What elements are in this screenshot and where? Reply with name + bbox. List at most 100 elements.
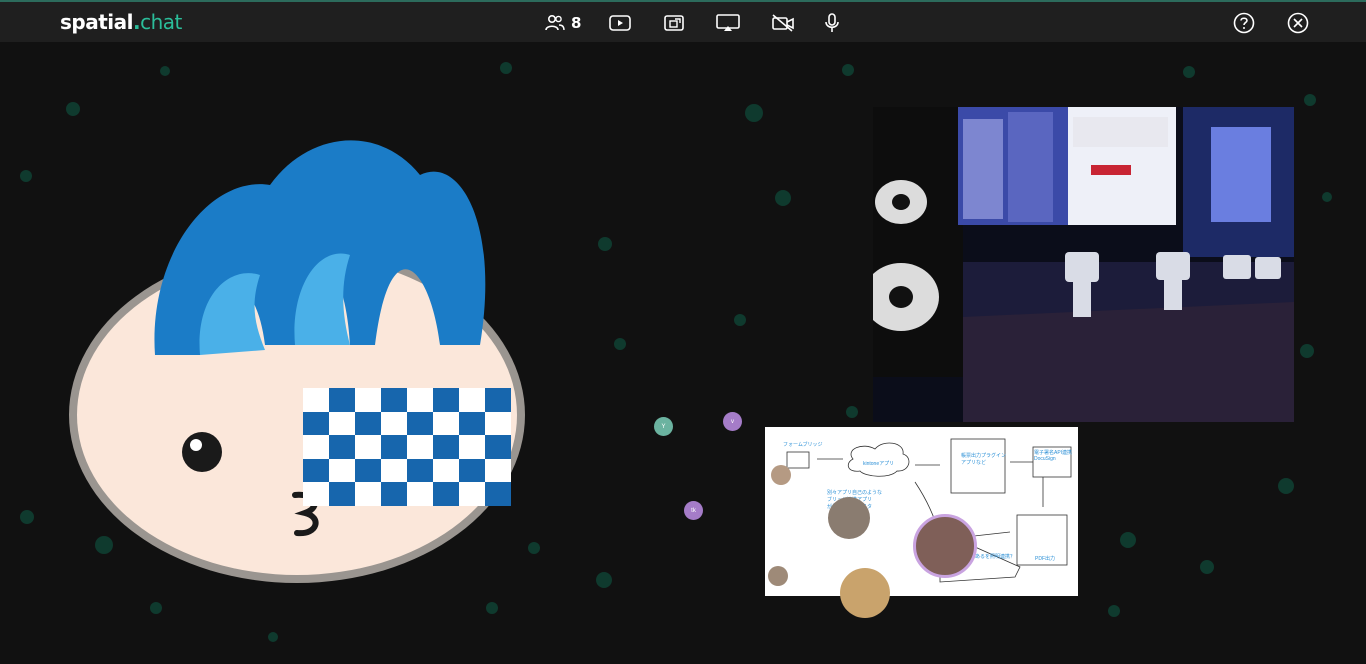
background-speck [598, 237, 612, 251]
screen-share-button[interactable] [716, 10, 740, 36]
checker-cell [407, 482, 433, 506]
checker-cell [329, 388, 355, 412]
close-icon [1287, 12, 1309, 34]
checker-cell [355, 482, 381, 506]
checker-cell [303, 435, 329, 459]
checker-cell [485, 435, 511, 459]
checker-cell [407, 458, 433, 483]
whiteboard-text: 電子署名API連携 DocuSign [1034, 450, 1073, 462]
camera-off-icon [772, 14, 794, 32]
checker-cell [329, 412, 355, 436]
whiteboard-text: kintoneアプリ [863, 461, 895, 467]
checker-cell [433, 388, 459, 412]
help-icon [1233, 12, 1255, 34]
checker-cell [459, 411, 485, 436]
checker-cell [485, 412, 511, 436]
checker-cell [329, 459, 355, 483]
checker-cell [381, 482, 407, 506]
background-speck [160, 66, 170, 76]
app-logo[interactable]: spatial.chat [60, 10, 182, 34]
checker-cell [485, 388, 511, 412]
background-speck [1183, 66, 1195, 78]
youtube-share-icon [609, 15, 631, 31]
microphone-icon [825, 13, 839, 32]
checker-cell [407, 435, 433, 459]
background-speck [842, 64, 854, 76]
checker-cell [485, 459, 511, 483]
whiteboard-drawing [786, 438, 1072, 583]
share-media-button[interactable] [663, 10, 685, 36]
camera-toggle-button[interactable] [771, 10, 795, 36]
background-speck [775, 190, 791, 206]
checker-cell [433, 435, 459, 459]
checker-cell [355, 435, 381, 459]
background-speck [734, 314, 746, 326]
active-speaker-avatar[interactable] [913, 514, 977, 578]
checker-cell [303, 388, 329, 412]
leave-room-button[interactable] [1287, 10, 1309, 36]
background-speck [20, 170, 32, 182]
whiteboard-text: PDF出力 [1035, 556, 1056, 562]
checker-cell [381, 459, 407, 483]
background-speck [1120, 532, 1136, 548]
checker-cell [459, 482, 485, 506]
background-speck [1300, 344, 1314, 358]
checker-cell [381, 435, 407, 459]
shared-video-stage[interactable] [873, 107, 1294, 422]
checker-cell [433, 412, 459, 436]
checker-cell [381, 388, 407, 412]
sponsor-checker-image[interactable] [303, 388, 511, 506]
whiteboard[interactable]: フォームブリッジ kintoneアプリ 帳票出力プラグイン アプリなど 電子署名… [765, 427, 1078, 596]
background-speck [846, 406, 858, 418]
checker-cell [303, 411, 329, 436]
logo-accent-text: chat [140, 10, 182, 34]
background-speck [1108, 605, 1120, 617]
share-media-icon [664, 15, 684, 31]
participants-count: 8 [571, 14, 582, 32]
user-dot[interactable]: v [723, 412, 742, 431]
whiteboard-text: 帳票出力プラグイン アプリなど [961, 453, 1007, 466]
background-speck [1278, 478, 1294, 494]
top-bar: spatial.chat 8 [0, 0, 1366, 42]
checker-cell [485, 482, 511, 506]
participant-avatar[interactable] [840, 568, 890, 618]
participants-button[interactable]: 8 [545, 10, 581, 36]
participant-avatar[interactable] [771, 465, 791, 485]
whiteboard-text: フォームブリッジ [783, 442, 823, 448]
background-speck [614, 338, 626, 350]
help-button[interactable] [1233, 10, 1255, 36]
user-dot[interactable]: Y [654, 417, 673, 436]
checker-cell [407, 411, 433, 436]
background-speck [596, 572, 612, 588]
checker-cell [355, 388, 381, 412]
background-speck [150, 602, 162, 614]
microphone-toggle-button[interactable] [824, 10, 840, 36]
checker-cell [303, 458, 329, 483]
checker-cell [433, 482, 459, 506]
participant-avatar[interactable] [828, 497, 870, 539]
checker-cell [381, 412, 407, 436]
checker-cell [459, 388, 485, 412]
background-speck [1304, 94, 1316, 106]
background-speck [500, 62, 512, 74]
background-speck [745, 104, 763, 122]
whiteboard-text: あるを照明連携？ [975, 554, 1016, 560]
users-icon [545, 14, 565, 31]
checker-cell [407, 388, 433, 412]
youtube-share-button[interactable] [609, 10, 631, 36]
checker-cell [355, 458, 381, 483]
logo-main-text: spatial [60, 10, 133, 34]
background-speck [268, 632, 278, 642]
background-speck [1200, 560, 1214, 574]
checker-cell [433, 459, 459, 483]
checker-cell [329, 435, 355, 459]
user-dot[interactable]: tk [684, 501, 703, 520]
checker-cell [329, 482, 355, 506]
background-speck [1322, 192, 1332, 202]
background-speck [20, 510, 34, 524]
background-speck [66, 102, 80, 116]
mascot-image[interactable] [60, 115, 535, 585]
participant-avatar[interactable] [768, 566, 788, 586]
checker-cell [459, 458, 485, 483]
background-speck [486, 602, 498, 614]
